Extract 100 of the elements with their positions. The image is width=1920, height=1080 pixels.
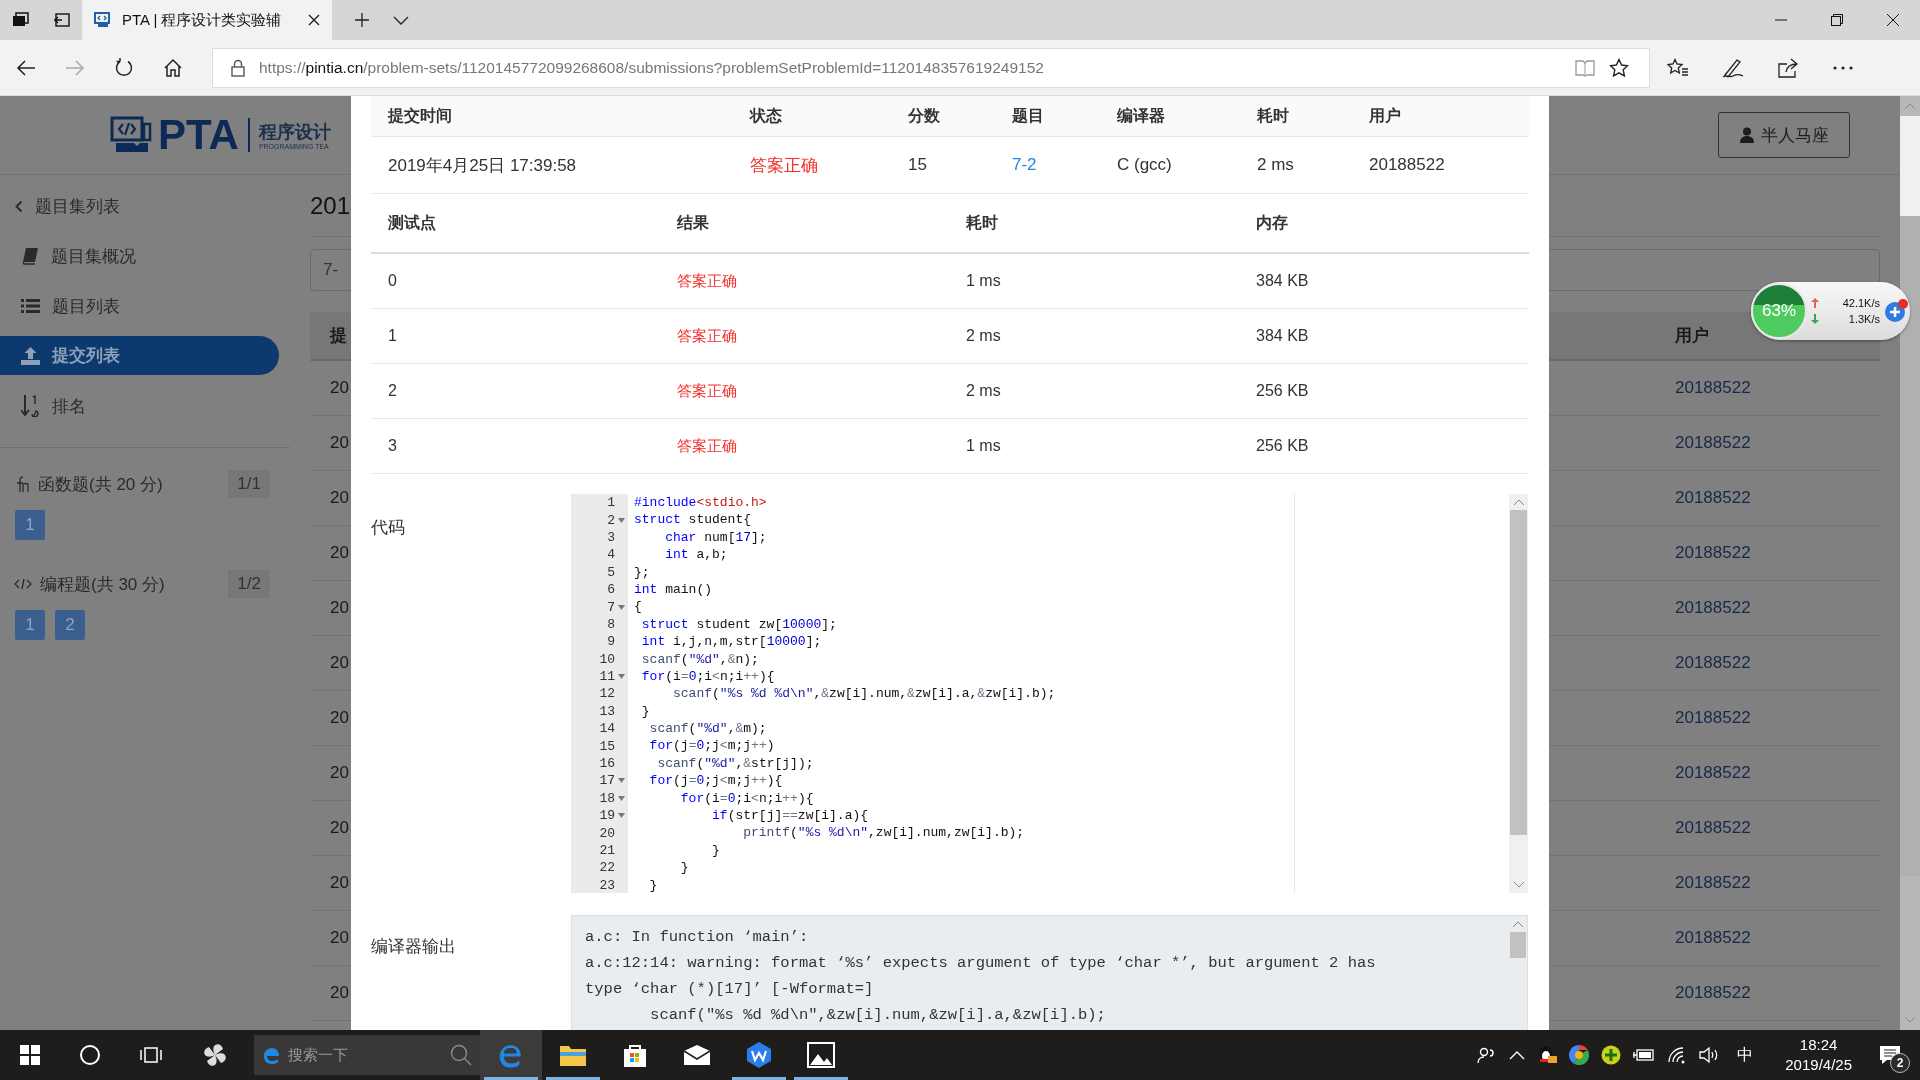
reading-view-icon[interactable]	[1575, 58, 1595, 77]
code-line: }	[711, 841, 721, 860]
fold-arrow-icon[interactable]	[618, 778, 625, 784]
plus-circle-icon[interactable]	[1601, 1045, 1622, 1065]
task-view-icon[interactable]	[140, 1045, 162, 1065]
line-number: 22	[599, 860, 615, 876]
fold-arrow-icon[interactable]	[618, 517, 625, 523]
table-cell: 20	[330, 983, 349, 1003]
address-field[interactable]: https://pintia.cn/problem-sets/1120145772099268608/submissions?problemSetProblemId=1120148357619249152	[212, 47, 1650, 88]
column-header: 内存	[1255, 212, 1288, 233]
tab-stack-icon[interactable]	[12, 12, 30, 28]
star-icon[interactable]	[1609, 57, 1629, 78]
user-link[interactable]: 20188522	[1675, 543, 1880, 563]
fold-arrow-icon[interactable]	[618, 604, 625, 610]
sidebar-item[interactable]: 题目列表	[0, 281, 295, 331]
user-link[interactable]: 20188522	[1675, 818, 1880, 838]
user-link[interactable]: 20188522	[1675, 488, 1880, 508]
user-link[interactable]: 20188522	[1675, 653, 1880, 673]
circle-icon[interactable]	[79, 1044, 101, 1066]
user-link[interactable]: 20188522	[1675, 873, 1880, 893]
column-header: 状态	[748, 105, 782, 126]
status-text: 答案正确	[676, 326, 737, 346]
battery-icon[interactable]	[1633, 1048, 1656, 1062]
problem-number-button[interactable]: 2	[55, 610, 85, 640]
close-tab-icon[interactable]	[308, 14, 320, 26]
fold-arrow-icon[interactable]	[618, 813, 625, 819]
user-link[interactable]: 20188522	[1675, 708, 1880, 728]
page-title: 201	[310, 191, 351, 220]
table-cell-text: 15	[907, 155, 927, 175]
fold-arrow-icon[interactable]	[618, 795, 625, 801]
line-number: 9	[607, 634, 615, 650]
line-number: 12	[599, 686, 615, 702]
start-icon[interactable]	[20, 1045, 40, 1065]
scroll-down-icon[interactable]	[1512, 881, 1525, 889]
penguin-icon[interactable]	[1537, 1044, 1558, 1066]
user-link[interactable]: 20188522	[1675, 928, 1880, 948]
scroll-up-icon[interactable]	[1512, 498, 1525, 506]
share-icon[interactable]	[1777, 57, 1799, 78]
code-line: scanf("%d",&str[j]);	[656, 754, 815, 773]
sidebar-item[interactable]: 提交列表	[0, 336, 279, 375]
back-icon[interactable]	[16, 58, 36, 77]
sidebar-item[interactable]: 题目集概况	[0, 231, 295, 281]
arrow-down-icon	[1811, 314, 1819, 324]
sidebar-item[interactable]: 排名	[0, 381, 295, 431]
clock-time: 18:24	[1799, 1035, 1838, 1055]
user-link[interactable]: 20188522	[1675, 763, 1880, 783]
scrollbar-thumb[interactable]	[1900, 116, 1920, 876]
status-text: 答案正确	[676, 381, 737, 401]
fold-arrow-icon[interactable]	[618, 674, 625, 680]
clock[interactable]: 18:24 2019/4/25	[1785, 1035, 1852, 1075]
editor-scrollbar[interactable]	[1509, 494, 1528, 893]
problem-link[interactable]: 7-2	[995, 155, 1037, 175]
chevron-up-icon[interactable]	[1509, 1050, 1526, 1060]
swirl-icon[interactable]	[201, 1041, 229, 1069]
network-speed-widget[interactable]: 63% 42.1K/s 1.3K/s	[1751, 282, 1910, 340]
tab-back-icon[interactable]	[53, 12, 71, 28]
scrollbar-thumb[interactable]	[1510, 510, 1527, 835]
search-field[interactable]: 搜索一下	[254, 1035, 480, 1075]
browser-tab[interactable]: PTA | 程序设计类实验辅	[82, 0, 332, 40]
code-line: for(i=0;i<n;i++){	[679, 789, 815, 808]
favorites-icon[interactable]	[1667, 57, 1689, 78]
user-link[interactable]: 20188522	[1675, 983, 1880, 1003]
progress-count: 1/1	[228, 470, 270, 498]
plus-badge-icon[interactable]	[1884, 298, 1910, 324]
user-link[interactable]: 20188522	[1675, 433, 1880, 453]
input-method-indicator[interactable]: 中	[1737, 1044, 1754, 1066]
problem-number-button[interactable]: 1	[15, 610, 45, 640]
more-icon[interactable]	[1832, 64, 1854, 71]
user-link[interactable]: 20188522	[1675, 598, 1880, 618]
close-icon[interactable]	[1887, 14, 1899, 26]
line-number: 21	[599, 843, 615, 858]
user-button[interactable]: 半人马座	[1718, 112, 1850, 158]
problem-number-button[interactable]: 1	[15, 510, 45, 540]
line-number: 1	[607, 495, 615, 511]
line-number: 13	[599, 703, 615, 719]
hexagon-w-icon	[745, 1041, 773, 1069]
code-line: scanf("%d",&n);	[640, 650, 760, 668]
back-link[interactable]: 题目集列表	[0, 181, 295, 231]
refresh-icon[interactable]	[114, 57, 134, 78]
scrollbar-thumb[interactable]	[1510, 932, 1526, 958]
new-tab-icon[interactable]	[354, 12, 370, 28]
pen-icon[interactable]	[1722, 57, 1744, 78]
page-scrollbar[interactable]	[1900, 96, 1920, 1030]
code-line: int main()	[634, 580, 713, 599]
code-line: }	[648, 876, 659, 893]
restore-icon[interactable]	[1831, 14, 1843, 26]
lock-icon	[231, 58, 245, 77]
chevron-down-icon[interactable]	[393, 15, 409, 25]
home-icon[interactable]	[163, 57, 183, 78]
output-line: a.c:12:14: warning: format ‘%s’ expects argument of type ‘char *’, but argument 2 has	[585, 953, 1377, 974]
code-line: #include<stdio.h>	[634, 494, 768, 512]
site-favicon-icon	[94, 12, 112, 28]
line-number: 20	[599, 825, 615, 841]
code-line: char num[17];	[664, 528, 768, 547]
scroll-up-icon[interactable]	[1512, 920, 1524, 928]
ring-icon[interactable]	[1569, 1045, 1590, 1065]
progress-count: 1/2	[228, 570, 270, 598]
output-line: a.c: In function ‘main’:	[585, 927, 810, 948]
output-line: scanf("%s %d %d\n",&zw[i].num,&zw[i].a,&zw[i].b);	[649, 1005, 1107, 1026]
user-link[interactable]: 20188522	[1675, 378, 1880, 398]
